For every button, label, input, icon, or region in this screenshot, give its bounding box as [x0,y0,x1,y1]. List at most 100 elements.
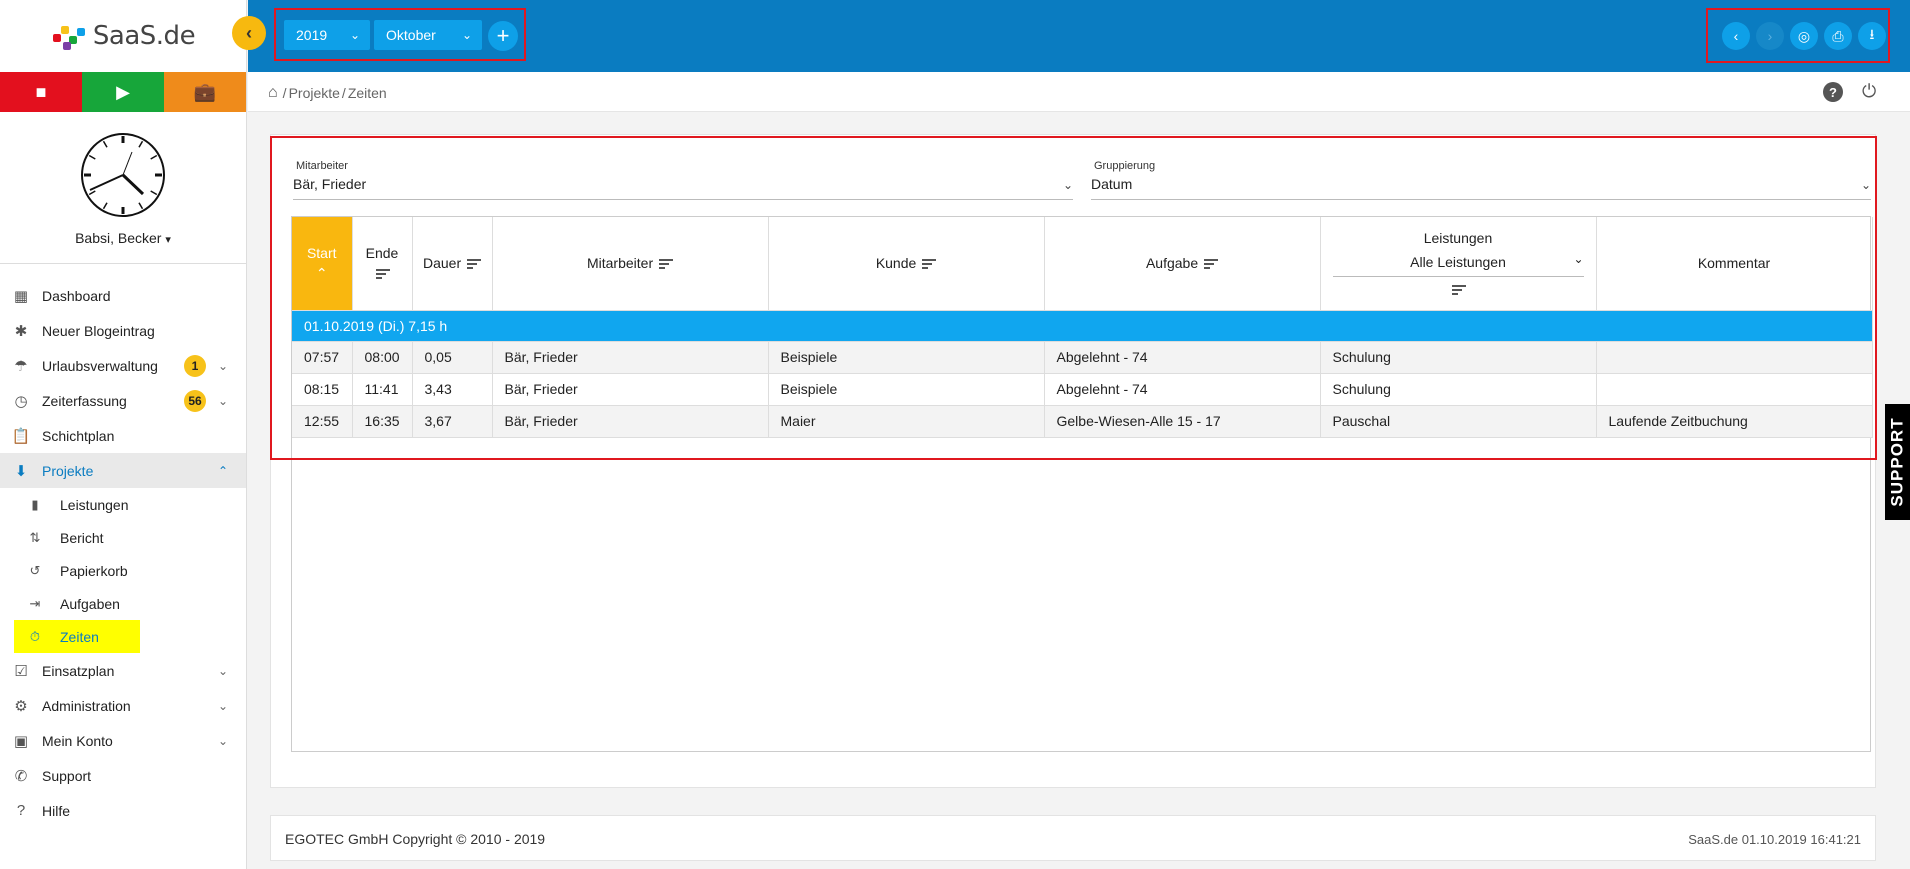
cell-task: Abgelehnt - 74 [1044,341,1321,374]
chevron-down-icon: ⌄ [1062,178,1073,192]
cell-start: 07:57 [292,341,353,374]
month-value: Oktober [386,27,436,43]
count-badge: 56 [184,389,206,412]
stop-icon: ■ [35,81,47,102]
stop-button[interactable]: ■ [0,72,82,112]
sidebar-item-label: Hilfe [42,802,71,819]
column-header-duration[interactable]: Dauer [412,217,493,311]
briefcase-button[interactable]: 💼 [164,72,246,112]
sidebar-subitem-report[interactable]: ⇅ Bericht [0,521,246,554]
employee-filter-value: Bär, Frieder [293,176,367,192]
grouping-filter[interactable]: Gruppierung Datum ⌄ [1091,160,1871,200]
support-tab-label: SUPPORT [1887,417,1907,507]
sidebar-item-support[interactable]: ✆ Support [0,758,246,793]
cell-end: 16:35 [352,405,413,438]
grouping-filter-label: Gruppierung [1094,160,1156,172]
services-filter-value: Alle Leistungen [1410,253,1506,270]
play-icon: ▶ [116,81,130,102]
cell-customer: Maier [768,405,1045,438]
analog-clock-icon [81,133,165,217]
sidebar-item-administration[interactable]: ⚙ Administration ⌄ [0,688,246,723]
logout-button[interactable]: ⏻ [1862,81,1876,102]
sidebar-item-label: Urlaubsverwaltung [42,357,158,374]
download-button[interactable]: ⭳ [1858,22,1886,50]
sidebar-item-help[interactable]: ? Hilfe [0,793,246,828]
user-name: Babsi, Becker [75,230,162,246]
column-header-employee[interactable]: Mitarbeiter [492,217,769,311]
sidebar-subitem-services[interactable]: ▮ Leistungen [0,488,246,521]
help-button[interactable]: ? [1823,82,1843,102]
sidebar-item-time-tracking[interactable]: ◷ Zeiterfassung 56 ⌄ [0,383,246,418]
column-header-start[interactable]: Start ⌃ [292,217,353,311]
chevron-down-icon: ⌄ [1860,178,1871,192]
sidebar-item-blog[interactable]: ✱ Neuer Blogeintrag [0,313,246,348]
toolbar-actions: ‹ › ◎ ⎙ ⭳ [1706,8,1890,63]
quick-actions: ■ ▶ 💼 [0,72,246,112]
sidebar-item-shift-plan[interactable]: 📋 Schichtplan [0,418,246,453]
locate-button[interactable]: ◎ [1790,22,1818,50]
sort-arrows-icon: ⇅ [29,529,41,545]
sidebar-item-my-account[interactable]: ▣ Mein Konto ⌄ [0,723,246,758]
home-icon[interactable]: ⌂ [268,84,278,102]
sidebar-item-dashboard[interactable]: ▦ Dashboard [0,278,246,313]
logo-text: SaaS.de [92,21,196,51]
column-header-task[interactable]: Aufgabe [1044,217,1321,311]
footer-timestamp: SaaS.de 01.10.2019 16:41:21 [1688,832,1861,847]
chevron-down-icon: ⌄ [349,28,360,42]
support-tab[interactable]: SUPPORT [1885,404,1910,520]
month-select[interactable]: Oktober ⌄ [374,20,482,50]
footer: EGOTEC GmbH Copyright © 2010 - 2019 SaaS… [270,815,1876,861]
group-label: 01.10.2019 (Di.) 7,15 h [292,310,1873,342]
plus-icon: + [496,23,510,48]
briefcase-icon: 💼 [193,81,217,102]
user-menu[interactable]: Babsi, Becker ▾ [75,230,171,246]
chevron-down-icon: ⌄ [1573,251,1584,266]
column-header-services: Leistungen Alle Leistungen ⌄ [1320,217,1597,311]
column-header-customer[interactable]: Kunde [768,217,1045,311]
add-button[interactable]: + [488,21,518,51]
sidebar-item-deployment-plan[interactable]: ☑ Einsatzplan ⌄ [0,653,246,688]
breadcrumb: ⌂ / Projekte / Zeiten [268,84,387,102]
play-button[interactable]: ▶ [82,72,164,112]
print-button[interactable]: ⎙ [1824,22,1852,50]
sort-icon [922,257,937,271]
cell-employee: Bär, Frieder [492,341,769,374]
sidebar-item-vacation[interactable]: ☂ Urlaubsverwaltung 1 ⌄ [0,348,246,383]
clipboard-check-icon: ☑ [14,662,28,680]
sidebar-subitem-tasks[interactable]: ⇥ Aufgaben [0,587,246,620]
times-table-container: Start ⌃ Ende Dauer Mitarbeiter Kunde Auf… [291,216,1873,752]
breadcrumb-projects[interactable]: Projekte [289,85,340,101]
sort-icon [659,257,674,271]
year-select[interactable]: 2019 ⌄ [284,20,370,50]
employee-filter[interactable]: Mitarbeiter Bär, Frieder ⌄ [293,160,1073,200]
clock-panel: Babsi, Becker ▾ [0,112,246,264]
table-row[interactable]: 08:15 11:41 3,43 Bär, Frieder Beispiele … [292,373,1873,406]
next-button[interactable]: › [1756,22,1784,50]
column-header-end[interactable]: Ende [352,217,413,311]
collapse-sidebar-button[interactable]: ‹ [232,16,266,50]
group-row[interactable]: 01.10.2019 (Di.) 7,15 h [292,310,1873,342]
breadcrumb-separator: / [341,85,346,101]
logo[interactable]: SaaS.de [0,0,246,72]
power-icon: ⏻ [1862,81,1877,101]
underline [1091,199,1871,200]
column-header-label: Start [306,244,337,261]
clock-icon: ◷ [14,392,28,410]
sidebar-item-label: Schichtplan [42,427,115,444]
table-row[interactable]: 12:55 16:35 3,67 Bär, Frieder Maier Gelb… [292,405,1873,438]
sidebar-item-label: Dashboard [42,287,111,304]
table-row[interactable]: 07:57 08:00 0,05 Bär, Frieder Beispiele … [292,341,1873,374]
sidebar-item-projects[interactable]: ⬇ Projekte ⌃ [0,453,246,488]
sidebar: SaaS.de ■ ▶ 💼 Babsi, Becker ▾ ▦ Dashboar… [0,0,247,869]
chevron-down-icon: ⌄ [217,663,228,678]
sidebar-subitem-times[interactable]: ⏱ Zeiten [14,620,140,653]
sidebar-subitem-label: Leistungen [60,496,129,513]
sidebar-subitem-trash[interactable]: ↺ Papierkorb [0,554,246,587]
services-filter-select[interactable]: Alle Leistungen ⌄ [1332,251,1584,277]
period-selector-group: 2019 ⌄ Oktober ⌄ + [274,8,526,61]
previous-button[interactable]: ‹ [1722,22,1750,50]
cell-customer: Beispiele [768,373,1045,406]
chevron-up-icon: ⌃ [217,463,228,478]
sort-icon[interactable] [1452,283,1466,297]
chevron-left-icon: ‹ [1733,28,1739,44]
